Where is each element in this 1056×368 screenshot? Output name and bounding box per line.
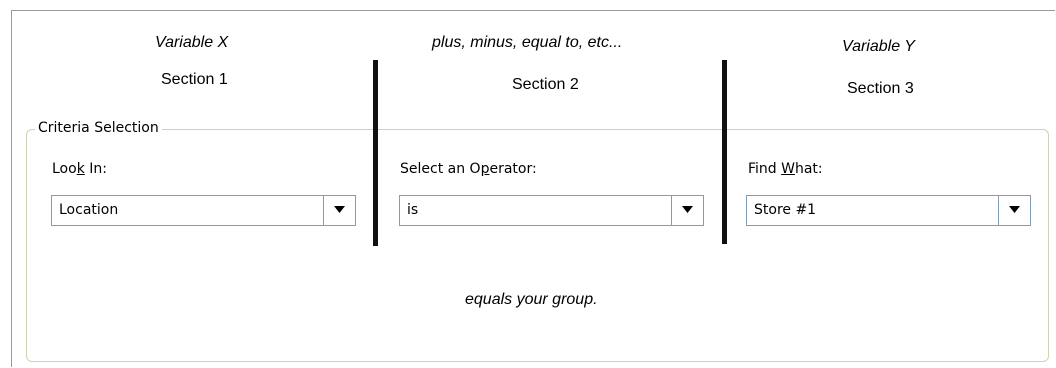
look-in-dropdown[interactable]: Location xyxy=(51,195,356,226)
operator-hint-annotation: plus, minus, equal to, etc... xyxy=(432,34,623,51)
look-in-value: Location xyxy=(59,202,119,218)
chevron-down-icon xyxy=(1009,206,1020,213)
find-what-label: Find What: xyxy=(748,161,823,177)
find-what-dropdown[interactable]: Store #1 xyxy=(746,195,1031,226)
find-what-dropdown-button[interactable] xyxy=(998,196,1030,225)
find-what-value: Store #1 xyxy=(754,202,817,218)
section-1-label: Section 1 xyxy=(161,71,228,88)
criteria-groupbox xyxy=(26,129,1049,362)
chevron-down-icon xyxy=(682,206,693,213)
criteria-groupbox-title: Criteria Selection xyxy=(35,120,162,136)
variable-x-annotation: Variable X xyxy=(155,34,229,51)
section-divider-1 xyxy=(373,60,378,246)
operator-dropdown[interactable]: is xyxy=(399,195,704,226)
variable-y-annotation: Variable Y xyxy=(842,38,915,55)
section-divider-2 xyxy=(722,60,727,244)
look-in-dropdown-button[interactable] xyxy=(323,196,355,225)
operator-label: Select an Operator: xyxy=(400,161,537,177)
operator-value: is xyxy=(407,202,419,218)
chevron-down-icon xyxy=(334,206,345,213)
look-in-label: Look In: xyxy=(52,161,107,177)
operator-dropdown-button[interactable] xyxy=(671,196,703,225)
section-2-label: Section 2 xyxy=(512,76,579,93)
result-annotation: equals your group. xyxy=(465,291,598,308)
section-3-label: Section 3 xyxy=(847,80,914,97)
